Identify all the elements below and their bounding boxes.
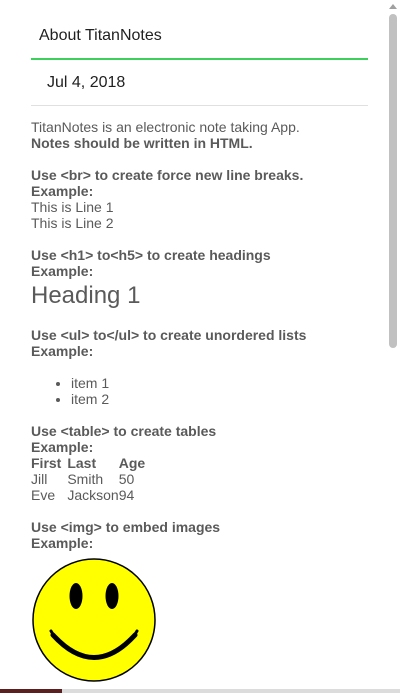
list-example-label: Example: xyxy=(31,343,94,359)
table-row: Jill Smith 50 xyxy=(31,471,151,487)
image-section-title: Use <img> to embed images xyxy=(31,519,221,535)
smiley-face-icon xyxy=(32,558,156,682)
scroll-up-arrow-icon[interactable] xyxy=(389,4,397,9)
intro-text: TitanNotes is an electronic note taking … xyxy=(31,119,300,135)
note-date: Jul 4, 2018 xyxy=(47,74,126,91)
smiley-image xyxy=(31,557,159,685)
note-content: TitanNotes is an electronic note taking … xyxy=(31,119,368,685)
table-cell: Jill xyxy=(31,471,48,487)
table-header-row: First Last Age xyxy=(31,455,151,471)
background-strip xyxy=(62,689,400,693)
intro-bold-text: Notes should be written in HTML. xyxy=(31,135,253,151)
dialog-title: About TitanNotes xyxy=(39,27,162,44)
note-date-row: Jul 4, 2018 xyxy=(31,60,368,106)
table-example: First Last Age Jill Smith 50 Eve Jackson… xyxy=(31,455,151,503)
dialog-header: About TitanNotes xyxy=(31,0,368,60)
list-item: item 1 xyxy=(71,375,368,391)
about-dialog: About TitanNotes Jul 4, 2018 TitanNotes … xyxy=(0,0,387,693)
table-section-title: Use <table> to create tables xyxy=(31,423,217,439)
table-header-cell: First xyxy=(31,455,62,471)
heading-example-label: Example: xyxy=(31,263,94,279)
heading-section-title: Use <h1> to<h5> to create headings xyxy=(31,247,271,263)
table-row: Eve Jackson 94 xyxy=(31,487,151,503)
table-cell: Eve xyxy=(31,487,56,503)
list-example: item 1 item 2 xyxy=(31,375,368,407)
vertical-scrollbar[interactable] xyxy=(386,0,400,693)
table-cell: 50 xyxy=(118,471,135,487)
table-cell: Jackson xyxy=(67,487,119,503)
br-example-label: Example: xyxy=(31,183,94,199)
table-header-cell: Last xyxy=(67,455,97,471)
br-example-line-1: This is Line 1 xyxy=(31,199,114,215)
table-header-cell: Age xyxy=(118,455,146,471)
list-section-title: Use <ul> to</ul> to create unordered lis… xyxy=(31,327,307,343)
image-example-label: Example: xyxy=(31,535,94,551)
table-cell: 94 xyxy=(118,487,135,503)
br-example-line-2: This is Line 2 xyxy=(31,215,114,231)
background-strip xyxy=(0,689,62,693)
br-section-title: Use <br> to create force new line breaks… xyxy=(31,167,304,183)
table-example-label: Example: xyxy=(31,439,94,455)
heading-example: Heading 1 xyxy=(31,282,141,309)
table-cell: Smith xyxy=(67,471,104,487)
list-item: item 2 xyxy=(71,391,368,407)
scroll-thumb[interactable] xyxy=(389,14,397,348)
